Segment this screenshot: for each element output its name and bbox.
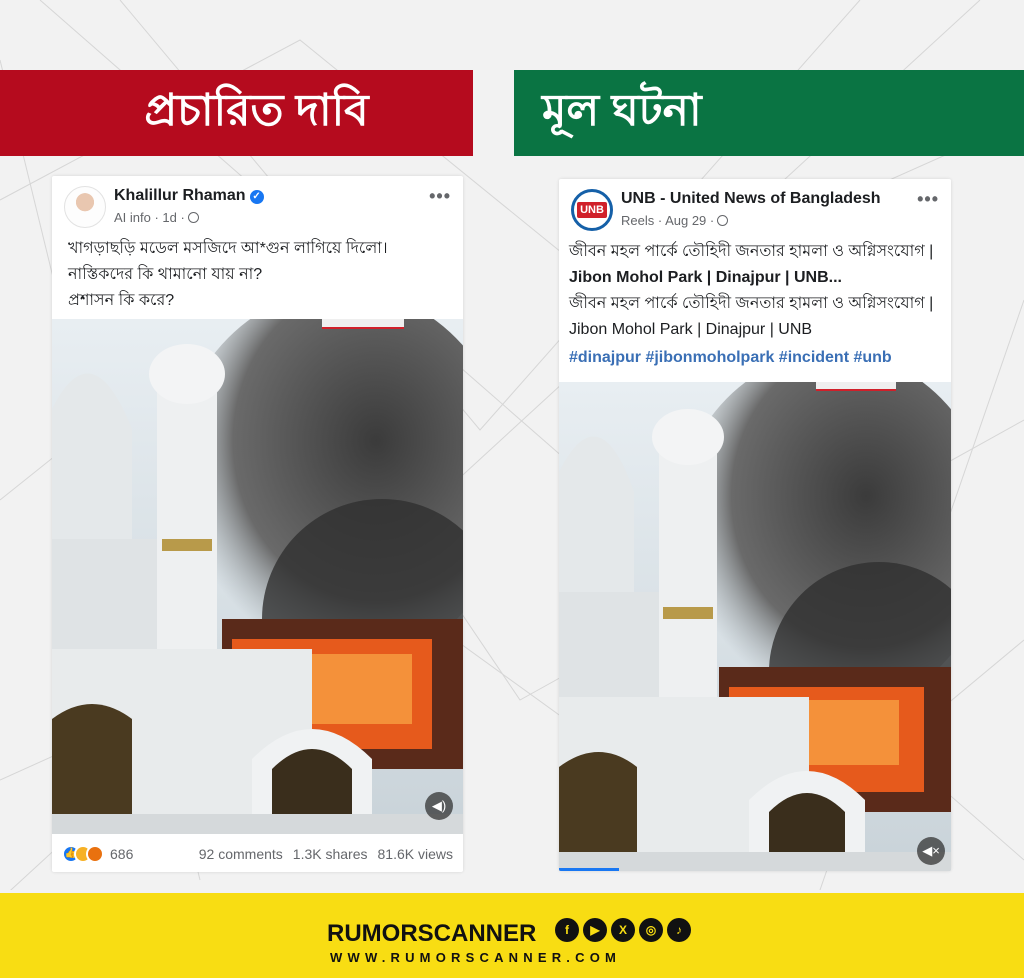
avatar[interactable] <box>64 186 106 228</box>
social-icons: f ▶ X ◎ ♪ <box>555 918 695 942</box>
post-text-line: নাস্তিকদের কি থামানো যায় না? <box>68 266 263 283</box>
claimed-banner: প্রচারিত দাবি <box>0 70 473 156</box>
facebook-icon[interactable]: f <box>555 918 579 942</box>
angry-reaction-icon <box>86 845 104 863</box>
shares-count[interactable]: 1.3K shares <box>293 846 368 862</box>
website-url[interactable]: WWW.RUMORSCANNER.COM <box>330 950 621 965</box>
post-header: Khalillur Rhaman ✓ AI info · 1d · ••• <box>52 176 463 236</box>
globe-icon <box>187 212 199 223</box>
post-text-line: প্রশাসন কি করে? <box>68 292 175 309</box>
post-meta-text: AI info · 1d · <box>114 210 185 225</box>
claimed-banner-label: প্রচারিত দাবি <box>144 85 369 135</box>
post-author[interactable]: Khalillur Rhaman ✓ <box>114 187 264 205</box>
post-meta-text: Reels · Aug 29 · <box>621 213 715 228</box>
mute-icon[interactable]: ◀× <box>917 837 945 865</box>
brand-name: RUMORSCANNER <box>327 920 537 947</box>
original-post-card: UNB UNB - United News of Bangladesh Reel… <box>559 179 951 871</box>
post-text: জীবন মহল পার্কে তৌহিদী জনতার হামলা ও অগ্… <box>559 239 951 343</box>
post-meta: AI info · 1d · <box>114 210 199 225</box>
post-text-line: Jibon Mohol Park | Dinajpur | UNB... <box>569 269 842 286</box>
post-text-line: খাগড়াছড়ি মডেল মসজিদে আ*গুন লাগিয়ে দিল… <box>68 240 388 257</box>
reaction-count[interactable]: 686 <box>110 846 133 862</box>
post-text: খাগড়াছড়ি মডেল মসজিদে আ*গুন লাগিয়ে দিল… <box>52 236 463 314</box>
post-meta: Reels · Aug 29 · <box>621 213 729 228</box>
avatar[interactable]: UNB <box>571 189 613 231</box>
post-author[interactable]: UNB - United News of Bangladesh <box>621 190 881 208</box>
video-frame-mosque-fire <box>52 319 463 834</box>
globe-icon <box>717 215 729 226</box>
youtube-icon[interactable]: ▶ <box>583 918 607 942</box>
post-text-line: Jibon Mohol Park | Dinajpur | UNB <box>569 321 813 338</box>
post-author-name[interactable]: Khalillur Rhaman <box>114 187 246 204</box>
views-count: 81.6K views <box>377 846 453 862</box>
post-video[interactable]: ◀) <box>52 319 463 834</box>
post-text-line: জীবন মহল পার্কে তৌহিদী জনতার হামলা ও অগ্… <box>569 243 934 260</box>
original-event-banner-label: মূল ঘটনা <box>542 85 702 135</box>
more-options-icon[interactable]: ••• <box>917 189 939 210</box>
post-stats: 👍 686 92 comments 1.3K shares 81.6K view… <box>52 840 463 868</box>
verified-badge-icon: ✓ <box>249 190 264 204</box>
post-hashtags[interactable]: #dinajpur #jibonmoholpark #incident #unb <box>559 343 951 367</box>
footer: RUMORSCANNER f ▶ X ◎ ♪ WWW.RUMORSCANNER.… <box>0 893 1024 978</box>
comments-count[interactable]: 92 comments <box>199 846 283 862</box>
original-event-banner: মূল ঘটনা <box>514 70 1024 156</box>
video-frame-mosque-fire <box>559 382 951 871</box>
x-icon[interactable]: X <box>611 918 635 942</box>
post-text-line: জীবন মহল পার্কে তৌহিদী জনতার হামলা ও অগ্… <box>569 295 934 312</box>
post-video[interactable]: ◀× <box>559 382 951 871</box>
unb-logo: UNB <box>577 202 607 218</box>
post-header: UNB UNB - United News of Bangladesh Reel… <box>559 179 951 239</box>
claim-post-card: Khalillur Rhaman ✓ AI info · 1d · ••• খাগ… <box>52 176 463 872</box>
volume-icon[interactable]: ◀) <box>425 792 453 820</box>
instagram-icon[interactable]: ◎ <box>639 918 663 942</box>
tiktok-icon[interactable]: ♪ <box>667 918 691 942</box>
reactions[interactable]: 👍 686 <box>62 845 133 863</box>
post-author-name[interactable]: UNB - United News of Bangladesh <box>621 190 881 207</box>
more-options-icon[interactable]: ••• <box>429 186 451 207</box>
